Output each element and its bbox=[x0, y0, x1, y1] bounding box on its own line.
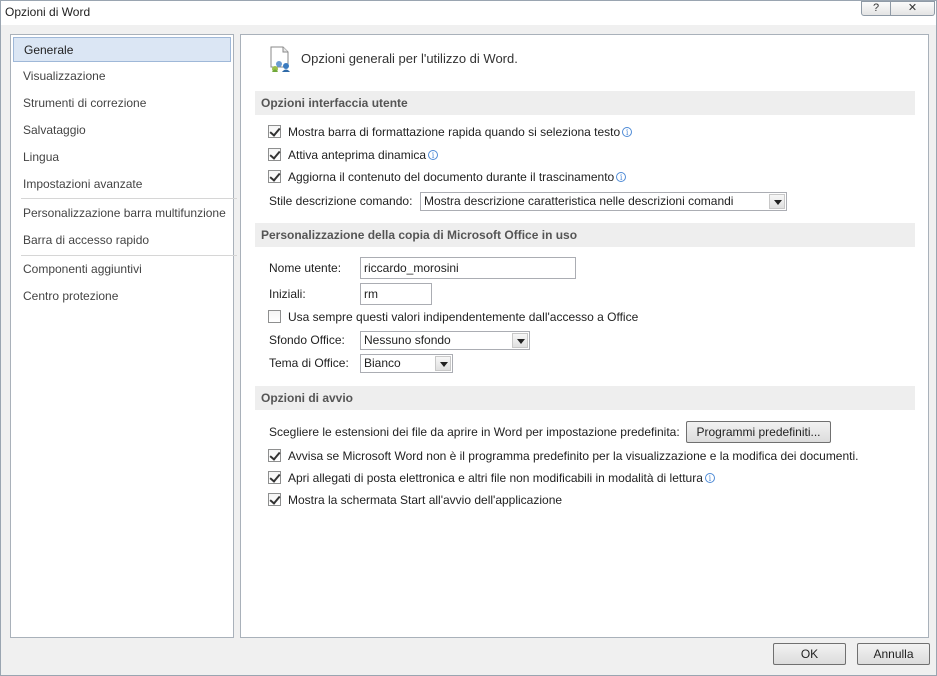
office-background-value: Nessuno sfondo bbox=[364, 333, 451, 347]
show-start-label: Mostra la schermata Start all'avvio dell… bbox=[288, 493, 563, 507]
sidebar-item-impostazioni-avanzate[interactable]: Impostazioni avanzate bbox=[13, 172, 231, 197]
extensions-label: Scegliere le estensioni dei file da apri… bbox=[269, 425, 680, 439]
sidebar-item-personalizzazione-barra[interactable]: Personalizzazione barra multifunzione bbox=[13, 201, 231, 226]
office-background-label: Sfondo Office: bbox=[269, 333, 345, 347]
sidebar-item-centro-protezione[interactable]: Centro protezione bbox=[13, 284, 231, 309]
section-header-ui: Opzioni interfaccia utente bbox=[255, 91, 915, 115]
title-bar: Opzioni di Word ? ✕ bbox=[1, 1, 936, 25]
mini-toolbar-label: Mostra barra di formattazione rapida qua… bbox=[288, 125, 621, 139]
chevron-down-icon[interactable] bbox=[435, 356, 451, 371]
chevron-down-icon[interactable] bbox=[512, 333, 528, 348]
office-background-select[interactable]: Nessuno sfondo bbox=[360, 331, 530, 350]
sidebar-item-strumenti-correzione[interactable]: Strumenti di correzione bbox=[13, 91, 231, 116]
live-preview-label: Attiva anteprima dinamica bbox=[288, 148, 427, 162]
initials-label: Iniziali: bbox=[269, 287, 306, 301]
info-icon: i bbox=[428, 150, 439, 160]
sidebar-item-lingua[interactable]: Lingua bbox=[13, 145, 231, 170]
window-title: Opzioni di Word bbox=[5, 5, 91, 19]
close-button[interactable]: ✕ bbox=[891, 1, 935, 16]
warn-default-label: Avvisa se Microsoft Word non è il progra… bbox=[288, 449, 859, 463]
live-preview-option[interactable]: Attiva anteprima dinamica i bbox=[268, 146, 439, 164]
update-drag-label: Aggiorna il contenuto del documento dura… bbox=[288, 170, 615, 184]
options-content: Opzioni generali per l'utilizzo di Word.… bbox=[240, 34, 929, 638]
chevron-down-icon[interactable] bbox=[769, 194, 785, 209]
sidebar-item-generale[interactable]: Generale bbox=[13, 37, 231, 62]
section-header-personalize: Personalizzazione della copia di Microso… bbox=[255, 223, 915, 247]
default-programs-button[interactable]: Programmi predefiniti... bbox=[686, 421, 831, 443]
page-title: Opzioni generali per l'utilizzo di Word. bbox=[301, 51, 518, 66]
live-preview-checkbox[interactable] bbox=[268, 148, 281, 161]
ok-button[interactable]: OK bbox=[773, 643, 846, 665]
mini-toolbar-checkbox[interactable] bbox=[268, 125, 281, 138]
sidebar-divider bbox=[21, 255, 237, 256]
warn-default-checkbox[interactable] bbox=[268, 449, 281, 462]
always-use-checkbox[interactable] bbox=[268, 310, 281, 323]
warn-default-option[interactable]: Avvisa se Microsoft Word non è il progra… bbox=[268, 447, 859, 465]
always-use-option[interactable]: Usa sempre questi valori indipendentemen… bbox=[268, 308, 638, 326]
options-sidebar: Generale Visualizzazione Strumenti di co… bbox=[10, 34, 237, 638]
username-label: Nome utente: bbox=[269, 261, 342, 275]
sidebar-divider bbox=[21, 198, 237, 199]
update-drag-checkbox[interactable] bbox=[268, 170, 281, 183]
open-attachments-label: Apri allegati di posta elettronica e alt… bbox=[288, 471, 703, 485]
sidebar-item-salvataggio[interactable]: Salvataggio bbox=[13, 118, 231, 143]
info-icon: i bbox=[616, 172, 627, 182]
sidebar-item-componenti-aggiuntivi[interactable]: Componenti aggiuntivi bbox=[13, 257, 231, 282]
info-icon: i bbox=[704, 473, 715, 483]
tooltip-style-select[interactable]: Mostra descrizione caratteristica nelle … bbox=[420, 192, 787, 211]
office-theme-select[interactable]: Bianco bbox=[360, 354, 453, 373]
close-icon: ✕ bbox=[907, 2, 918, 14]
section-header-startup: Opzioni di avvio bbox=[255, 386, 915, 410]
word-options-dialog: Opzioni di Word ? ✕ Generale Visualizzaz… bbox=[0, 0, 937, 676]
open-attachments-checkbox[interactable] bbox=[268, 471, 281, 484]
username-input[interactable]: riccardo_morosini bbox=[360, 257, 576, 279]
update-drag-option[interactable]: Aggiorna il contenuto del documento dura… bbox=[268, 168, 627, 186]
help-button[interactable]: ? bbox=[861, 1, 891, 16]
tooltip-style-value: Mostra descrizione caratteristica nelle … bbox=[424, 194, 734, 208]
office-theme-value: Bianco bbox=[364, 356, 401, 370]
help-icon: ? bbox=[872, 2, 880, 14]
sidebar-item-visualizzazione[interactable]: Visualizzazione bbox=[13, 64, 231, 89]
info-icon: i bbox=[622, 127, 633, 137]
show-start-option[interactable]: Mostra la schermata Start all'avvio dell… bbox=[268, 491, 562, 509]
show-start-checkbox[interactable] bbox=[268, 493, 281, 506]
general-options-icon bbox=[270, 46, 290, 72]
cancel-button[interactable]: Annulla bbox=[857, 643, 930, 665]
office-theme-label: Tema di Office: bbox=[269, 356, 349, 370]
mini-toolbar-option[interactable]: Mostra barra di formattazione rapida qua… bbox=[268, 123, 633, 141]
sidebar-item-barra-accesso-rapido[interactable]: Barra di accesso rapido bbox=[13, 228, 231, 253]
always-use-label: Usa sempre questi valori indipendentemen… bbox=[288, 310, 639, 324]
initials-input[interactable]: rm bbox=[360, 283, 432, 305]
tooltip-style-label: Stile descrizione comando: bbox=[269, 194, 413, 208]
open-attachments-option[interactable]: Apri allegati di posta elettronica e alt… bbox=[268, 469, 715, 487]
